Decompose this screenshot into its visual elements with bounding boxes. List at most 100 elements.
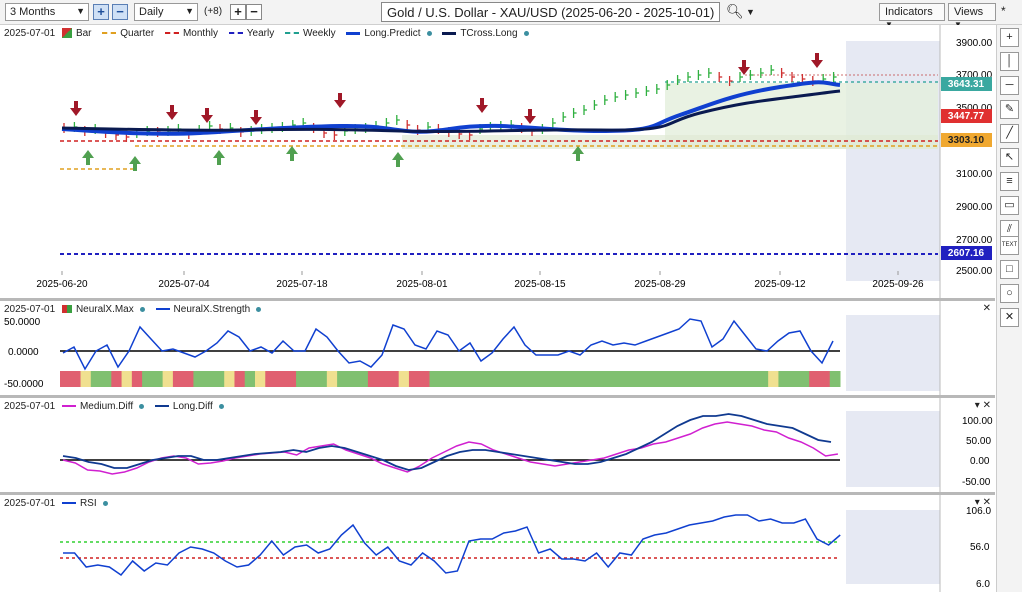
x-tick-label: 2025-07-04 bbox=[158, 279, 210, 290]
pane-controls: ▾ ✕ bbox=[975, 497, 991, 508]
sell-arrow-icon bbox=[201, 108, 213, 123]
line-swatch-icon bbox=[346, 31, 361, 35]
search-icon[interactable]: 🔍︎ bbox=[726, 3, 744, 20]
neural-max-bar bbox=[532, 371, 543, 387]
neural-max-bar bbox=[162, 371, 174, 387]
legend-neural-strength[interactable]: NeuralX.Strength bbox=[155, 304, 266, 315]
toolbar: 3 Months ▼ + − Daily ▼ (+8) + − Gold / U.S… bbox=[0, 0, 1022, 29]
neural-max-bar bbox=[121, 371, 133, 387]
neural-max-bar bbox=[460, 371, 472, 387]
legend-rsi[interactable]: RSI bbox=[61, 498, 112, 509]
range-select[interactable]: 3 Months ▼ bbox=[5, 3, 89, 21]
neural-max-bar bbox=[255, 371, 266, 387]
diff-pane[interactable]: 100.00 50.00 0.00 -50.00 2025-07-01 Medi… bbox=[0, 398, 995, 492]
neural-max-bar bbox=[172, 371, 184, 387]
legend-long-diff[interactable]: Long.Diff bbox=[154, 401, 228, 412]
settings-dot-icon bbox=[102, 500, 108, 506]
close-pane-icon[interactable]: ✕ bbox=[983, 400, 991, 411]
interval-select[interactable]: Daily ▼ bbox=[134, 3, 198, 21]
neural-max-bar bbox=[573, 371, 584, 387]
neural-max-bar bbox=[727, 371, 738, 387]
neural-max-bar bbox=[778, 371, 790, 387]
neural-max-bar bbox=[645, 371, 656, 387]
sell-arrow-icon bbox=[250, 110, 262, 125]
close-pane-icon[interactable]: ✕ bbox=[983, 303, 991, 314]
sell-arrow-icon bbox=[476, 98, 488, 113]
zoom-out-button[interactable]: − bbox=[112, 4, 128, 20]
plus-icon[interactable]: + bbox=[1000, 28, 1019, 47]
chevron-down-icon: ▼ bbox=[185, 6, 194, 16]
legend-monthly[interactable]: Monthly bbox=[164, 28, 222, 39]
neural-max-bar bbox=[665, 371, 677, 387]
buy-arrow-icon bbox=[213, 150, 225, 165]
zoom-in-button[interactable]: + bbox=[93, 4, 109, 20]
legend-bar[interactable]: Bar bbox=[61, 28, 96, 39]
legend-yearly[interactable]: Yearly bbox=[228, 28, 278, 39]
neural-max-bar bbox=[480, 371, 492, 387]
chevron-down-icon[interactable]: ▼ bbox=[746, 7, 755, 17]
buy-arrow-icon bbox=[286, 146, 298, 161]
dash-swatch-icon bbox=[228, 32, 243, 35]
settings-dot-icon bbox=[523, 30, 529, 36]
bars-offset: (+8) bbox=[204, 6, 223, 17]
rsi-pane[interactable]: 106.0 56.0 6.0 2025-07-01 RSI ▾ ✕ bbox=[0, 495, 995, 592]
indicators-button[interactable]: Indicators ▼ bbox=[879, 3, 945, 29]
diagonal-line-icon[interactable]: ╱ bbox=[1000, 124, 1019, 143]
remove-bars-button[interactable]: − bbox=[246, 4, 262, 20]
collapse-pane-icon[interactable]: ▾ bbox=[975, 497, 980, 508]
sell-arrow-icon bbox=[334, 93, 346, 108]
neural-max-bar bbox=[152, 371, 164, 387]
neural-max-bar bbox=[501, 371, 513, 387]
line-swatch-icon bbox=[61, 405, 76, 408]
neural-ytick: 0.0000 bbox=[8, 347, 39, 358]
neural-max-bar bbox=[337, 371, 348, 387]
fibonacci-icon[interactable]: ≡ bbox=[1000, 172, 1019, 191]
neural-max-bar bbox=[624, 371, 636, 387]
neural-max-bar bbox=[408, 371, 420, 387]
pane-controls: ▾ ✕ bbox=[975, 400, 991, 411]
close-pane-icon[interactable]: ✕ bbox=[983, 497, 991, 508]
x-tick-label: 2025-09-26 bbox=[872, 279, 924, 290]
neural-max-bar bbox=[429, 371, 441, 387]
neural-pane[interactable]: 50.0000 0.0000 -50.0000 2025-07-01 Neura… bbox=[0, 301, 995, 395]
views-label: Views bbox=[954, 6, 984, 18]
bar-swatch-icon bbox=[61, 28, 72, 39]
long-diff-line bbox=[62, 413, 832, 471]
add-bars-button[interactable]: + bbox=[230, 4, 246, 20]
ellipse-icon[interactable]: ○ bbox=[1000, 284, 1019, 303]
line-swatch-icon bbox=[155, 308, 170, 311]
price-pane[interactable]: 3900.00 3700.00 3500.00 3100.00 2900.00 2700.… bbox=[0, 25, 995, 298]
text-icon[interactable]: TEXT bbox=[1000, 236, 1019, 255]
neural-max-bar bbox=[552, 371, 564, 387]
vertical-line-icon[interactable]: │ bbox=[1000, 52, 1019, 71]
range-value: 3 Months bbox=[10, 6, 56, 18]
buy-arrow-icon bbox=[392, 152, 404, 167]
symbol-title[interactable]: Gold / U.S. Dollar - XAU/USD (2025-06-20… bbox=[381, 2, 720, 22]
legend-neural-max[interactable]: NeuralX.Max bbox=[61, 304, 149, 315]
neural-max-bar bbox=[265, 371, 277, 387]
legend-quarter[interactable]: Quarter bbox=[102, 28, 158, 39]
quarter-zone bbox=[402, 135, 938, 149]
x-tick-label: 2025-09-12 bbox=[754, 279, 806, 290]
bar-swatch-icon bbox=[61, 305, 72, 314]
callout-icon[interactable]: ▭ bbox=[1000, 196, 1019, 215]
collapse-pane-icon[interactable]: ▾ bbox=[975, 400, 980, 411]
legend-medium-diff[interactable]: Medium.Diff bbox=[61, 401, 148, 412]
pen-icon[interactable]: ✎ bbox=[1000, 100, 1019, 119]
legend-long-predict[interactable]: Long.Predict bbox=[346, 28, 435, 39]
chevron-down-icon: ▼ bbox=[76, 6, 85, 16]
neural-max-bar bbox=[131, 371, 143, 387]
legend-tcross-long[interactable]: TCross.Long bbox=[442, 28, 532, 39]
horizontal-line-icon[interactable]: ─ bbox=[1000, 76, 1019, 95]
rectangle-icon[interactable]: □ bbox=[1000, 260, 1019, 279]
x-tick-label: 2025-08-01 bbox=[396, 279, 448, 290]
pin-icon[interactable]: * bbox=[1001, 4, 1006, 18]
neural-max-bar bbox=[101, 371, 112, 387]
neural-max-bar bbox=[439, 371, 451, 387]
views-button[interactable]: Views ▼ bbox=[948, 3, 996, 29]
legend-weekly[interactable]: Weekly bbox=[284, 28, 340, 39]
diff-chart: 100.00 50.00 0.00 -50.00 bbox=[60, 398, 993, 492]
delete-icon[interactable]: ✕ bbox=[1000, 308, 1019, 327]
cursor-icon[interactable]: ↖ bbox=[1000, 148, 1019, 167]
yearly-tag-text: 2607.16 bbox=[948, 248, 985, 259]
